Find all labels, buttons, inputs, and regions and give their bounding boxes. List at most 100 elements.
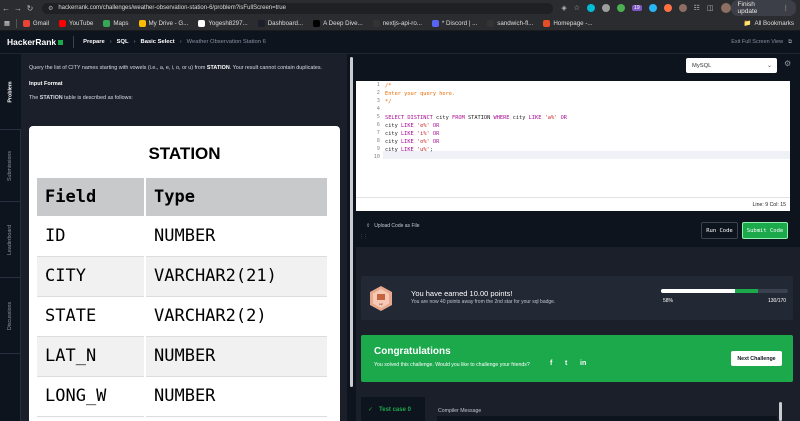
editor-actions: ⇧ Upload Code as File ⋮⋮ Run Code Submit… <box>356 217 800 247</box>
linkedin-icon[interactable]: in <box>580 360 586 367</box>
gear-icon[interactable]: ⚙ <box>784 59 791 68</box>
chevron-right-icon: › <box>109 39 112 45</box>
bookmark-favicon-icon <box>59 19 67 27</box>
points-card <box>361 276 793 320</box>
extension-icon[interactable] <box>587 4 596 12</box>
upload-code-button[interactable]: ⇧ Upload Code as File <box>366 223 420 229</box>
line-number: 4 <box>376 106 380 112</box>
tab-discussions[interactable]: Discussions <box>0 278 21 354</box>
panel-splitter[interactable] <box>347 54 356 421</box>
type-cell: VARCHAR2(21) <box>145 256 329 297</box>
tab-submissions[interactable]: Submissions <box>0 130 21 202</box>
code-keyword: OR <box>432 131 440 137</box>
tab-problem[interactable]: Problem <box>0 54 21 130</box>
tab-leaderboard[interactable]: Leaderboard <box>0 202 21 278</box>
extensions-puzzle-icon[interactable]: ☷ <box>694 4 700 12</box>
test-case-label: Test case 0 <box>379 407 411 413</box>
sidebar-icon[interactable]: ◫ <box>707 4 714 12</box>
bookmark-item[interactable]: YouTube <box>59 19 93 27</box>
back-icon[interactable]: ← <box>0 4 12 13</box>
bookmark-item[interactable]: Yogesh8297... <box>198 19 248 27</box>
bookmark-favicon-icon <box>487 19 495 27</box>
bookmark-item[interactable]: nextjs-api-ro... <box>372 19 422 27</box>
code-identifier: city <box>385 131 398 137</box>
bookmark-favicon-icon <box>198 19 206 27</box>
drag-handle-icon[interactable]: ⋮⋮ <box>359 234 368 240</box>
bookmark-item[interactable]: * Discord | ... <box>431 19 478 27</box>
facebook-icon[interactable]: f <box>550 360 552 367</box>
site-info-icon[interactable]: ⚙ <box>48 5 53 12</box>
congrats-subtitle: You solved this challenge. Would you lik… <box>374 362 530 368</box>
hackerrank-logo[interactable]: HackerRank <box>7 37 64 47</box>
crumb-basic-select[interactable]: Basic Select <box>141 39 175 45</box>
line-number: 3 <box>376 98 380 104</box>
code-keyword: OR <box>432 123 440 129</box>
twitter-icon[interactable]: t <box>565 360 567 367</box>
bookmark-label: * Discord | ... <box>441 19 478 27</box>
statement-table-name: STATION <box>206 65 230 71</box>
description-text: The <box>29 95 40 101</box>
tab-label: Leaderboard <box>7 224 14 255</box>
table-row: CITY VARCHAR2(21) <box>37 256 329 297</box>
progress-percent: 58% <box>663 298 674 304</box>
bookmarks-bar: ▦ Gmail YouTube Maps My Drive - G... Yogesh8… <box>0 16 800 31</box>
station-schema-table: Field Type ID NUMBER CITY VARCHAR2(21) STATE… <box>37 178 329 417</box>
profile-avatar[interactable] <box>720 3 731 13</box>
extension-icon[interactable] <box>663 4 672 12</box>
code-keyword: WHERE <box>493 115 510 121</box>
extension-badge[interactable]: 19 <box>632 5 642 11</box>
code-string: 'e%' <box>416 123 430 129</box>
forward-icon[interactable]: → <box>12 4 24 13</box>
extension-icon[interactable] <box>602 4 611 12</box>
bookmark-item[interactable]: A Deep Dive... <box>313 19 363 27</box>
bookmark-item[interactable]: Gmail <box>22 19 49 27</box>
breadcrumb: Prepare › SQL › Basic Select › Weather O… <box>83 39 266 45</box>
test-case-tab[interactable]: ✓ Test case 0 <box>361 397 425 421</box>
bookmark-item[interactable]: sandwich-fl... <box>487 19 533 27</box>
language-value: MySQL <box>692 62 712 69</box>
reload-icon[interactable]: ↻ <box>24 4 36 13</box>
folder-icon: 📁 <box>743 20 752 27</box>
code-string: 'a%' <box>544 115 558 121</box>
results-scrollbar[interactable] <box>779 402 782 421</box>
code-line: city LIKE 'o%' OR <box>385 138 439 146</box>
submit-code-button[interactable]: Submit Code <box>742 222 788 239</box>
extension-icon[interactable] <box>648 4 657 12</box>
run-code-button[interactable]: Run Code <box>701 222 738 239</box>
bookmark-item[interactable]: My Drive - G... <box>138 19 188 27</box>
line-number: 10 <box>373 154 380 160</box>
translate-icon[interactable]: ◈ <box>561 4 566 12</box>
all-bookmarks-button[interactable]: 📁 All Bookmarks <box>743 19 794 28</box>
bookmark-item[interactable]: Maps <box>103 19 129 27</box>
apps-grid-icon[interactable]: ▦ <box>4 20 10 27</box>
next-challenge-button[interactable]: Next Challenge <box>731 351 782 366</box>
code-identifier: city <box>436 115 449 121</box>
finish-update-button[interactable]: Finish update ⋮ <box>730 0 796 16</box>
code-keyword: OR <box>432 139 440 145</box>
code-keyword: LIKE <box>400 131 414 137</box>
column-header-field: Field <box>37 178 146 216</box>
code-line: city LIKE 'u%'; <box>385 146 433 154</box>
line-number: 1 <box>376 82 380 88</box>
bookmark-label: nextjs-api-ro... <box>382 19 422 27</box>
crumb-prepare[interactable]: Prepare <box>83 39 105 45</box>
bookmark-item[interactable]: Homepage -... <box>543 19 593 27</box>
code-keyword: OR <box>560 115 567 121</box>
extension-icon[interactable] <box>617 4 626 12</box>
bookmark-label: Homepage -... <box>553 19 593 27</box>
bookmark-label: Maps <box>113 19 129 27</box>
bookmark-item[interactable]: Dashboard... <box>257 19 303 27</box>
exit-fullscreen-button[interactable]: Exit Full Screen View ⧉ <box>731 39 792 46</box>
url-bar[interactable]: ⚙ hackerrank.com/challenges/weather-obse… <box>41 2 554 14</box>
language-select[interactable]: MySQL ⌄ <box>686 58 777 73</box>
table-row: ID NUMBER <box>37 216 329 257</box>
progress-points: 130/170 <box>768 298 787 304</box>
statement-text: Query the list of CITY names starting wi… <box>29 65 207 71</box>
extension-icon[interactable] <box>678 4 687 12</box>
bookmark-star-icon[interactable]: ☆ <box>574 4 580 12</box>
crumb-sql[interactable]: SQL <box>117 39 129 45</box>
code-editor[interactable]: 1 2 3 4 5 6 7 8 9 10 /* Enter your query here. */… <box>356 81 790 211</box>
upload-icon: ⇧ <box>366 223 371 229</box>
code-keyword: LIKE <box>400 123 414 129</box>
problem-scrollbar[interactable] <box>350 57 353 387</box>
